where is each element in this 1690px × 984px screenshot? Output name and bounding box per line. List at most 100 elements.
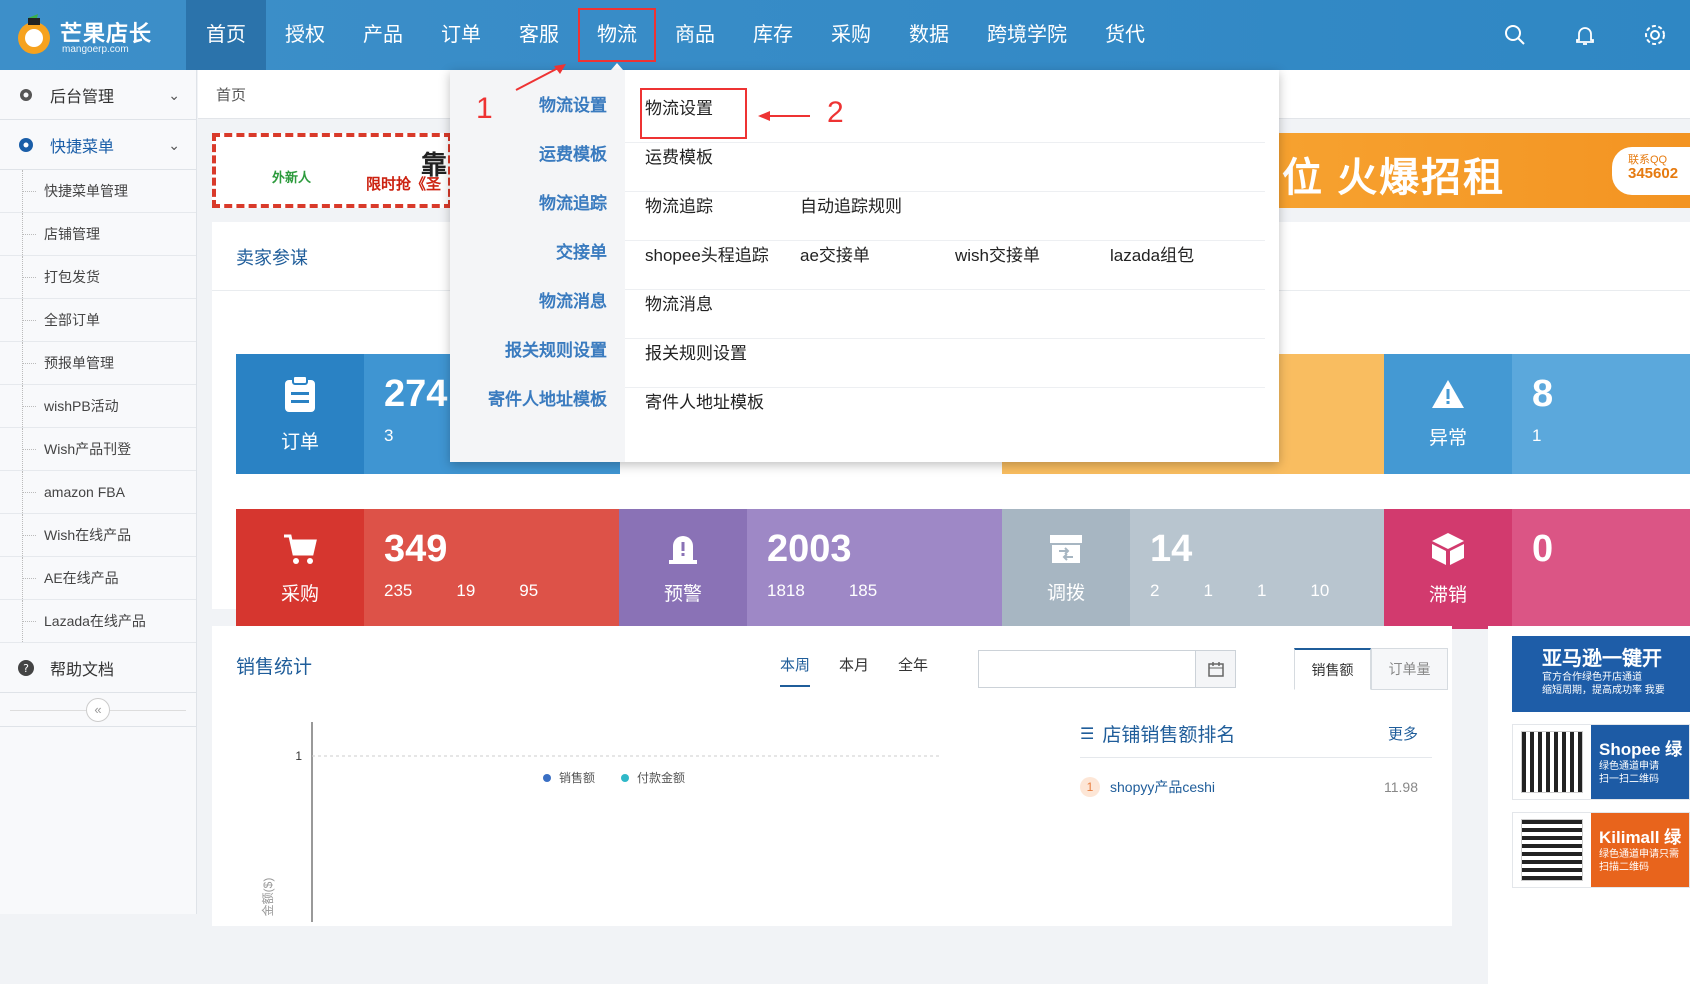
card-subvalue[interactable]: 1818 bbox=[767, 581, 805, 601]
sidebar-item-quick-menu[interactable]: 快捷菜单 ⌄ bbox=[0, 120, 196, 170]
card-value: 2003 bbox=[767, 528, 852, 570]
nav-item-label: 货代 bbox=[1105, 24, 1145, 46]
range-tab[interactable]: 本周 bbox=[780, 654, 811, 687]
ad-kilimall[interactable]: Kilimall 绿 绿色通道申请只需 扫描二维码 bbox=[1512, 812, 1690, 888]
warning-icon bbox=[1430, 378, 1466, 413]
stat-card[interactable]: 滞销 0 bbox=[1384, 509, 1690, 629]
nav-item[interactable]: 产品 bbox=[344, 0, 422, 70]
sidebar-subitem[interactable]: 快捷菜单管理 bbox=[0, 170, 196, 213]
sidebar-subitem[interactable]: wishPB活动 bbox=[0, 385, 196, 428]
card-subvalue[interactable]: 1 bbox=[1257, 581, 1266, 601]
nav-item[interactable]: 采购 bbox=[812, 0, 890, 70]
card-subvalue[interactable]: 1 bbox=[1203, 581, 1212, 601]
chevron-down-icon[interactable]: ⌄ bbox=[168, 87, 180, 104]
dropdown-link[interactable]: 报关规则设置 bbox=[645, 339, 800, 364]
banner-brand: 外新人 bbox=[272, 170, 312, 185]
dropdown-link[interactable]: 运费模板 bbox=[645, 143, 800, 168]
dropdown-category[interactable]: 物流追踪 bbox=[450, 192, 625, 241]
dropdown-category[interactable]: 报关规则设置 bbox=[450, 339, 625, 388]
chevron-down-icon[interactable]: ⌄ bbox=[168, 137, 180, 154]
metric-tab[interactable]: 订单量 bbox=[1371, 648, 1448, 690]
dropdown-link[interactable]: wish交接单 bbox=[955, 241, 1110, 266]
metric-tab[interactable]: 销售额 bbox=[1294, 648, 1371, 690]
stat-card[interactable]: 异常 8 1 bbox=[1384, 354, 1690, 474]
sidebar-subitem[interactable]: 全部订单 bbox=[0, 299, 196, 342]
more-link[interactable]: 更多 bbox=[1388, 723, 1418, 744]
ranking-title: 店铺销售额排名 bbox=[1102, 725, 1236, 746]
dropdown-row: 寄件人地址模板 bbox=[625, 388, 1265, 437]
sidebar-subitem[interactable]: amazon FBA bbox=[0, 471, 196, 514]
stat-card[interactable]: 调拨 14 2 1 1 10 bbox=[1002, 509, 1386, 629]
dropdown-link[interactable]: shopee头程追踪 bbox=[645, 241, 800, 266]
sidebar-item-label: 帮助文档 bbox=[50, 661, 115, 679]
dropdown-link[interactable]: 物流消息 bbox=[645, 290, 800, 315]
card-subvalue[interactable]: 2 bbox=[1150, 581, 1159, 601]
qq-number: 345602 bbox=[1628, 165, 1679, 182]
collapse-sidebar-button[interactable]: « bbox=[86, 697, 110, 722]
nav-item[interactable]: 授权 bbox=[266, 0, 344, 70]
nav-item[interactable]: 跨境学院 bbox=[968, 0, 1086, 70]
sidebar-item-label: 后台管理 bbox=[50, 88, 115, 106]
dropdown-link[interactable]: 物流追踪 bbox=[645, 192, 800, 217]
card-subvalue[interactable]: 95 bbox=[519, 581, 538, 601]
store-name[interactable]: shopyy产品ceshi bbox=[1110, 777, 1215, 797]
nav-item[interactable]: 订单 bbox=[422, 0, 500, 70]
nav-item-label: 产品 bbox=[363, 24, 403, 46]
app-logo[interactable]: 芒果店长 mangoerp.com bbox=[10, 10, 180, 60]
sidebar-subitem[interactable]: AE在线产品 bbox=[0, 557, 196, 600]
legend-marker bbox=[621, 774, 629, 782]
card-subvalue[interactable]: 3 bbox=[384, 426, 393, 446]
nav-item[interactable]: 首页 bbox=[186, 0, 266, 70]
sidebar-subitem[interactable]: 打包发货 bbox=[0, 256, 196, 299]
sidebar-subitem[interactable]: Wish在线产品 bbox=[0, 514, 196, 557]
card-subvalue[interactable]: 235 bbox=[384, 581, 412, 601]
card-subvalue[interactable]: 19 bbox=[456, 581, 475, 601]
range-tab[interactable]: 本月 bbox=[839, 654, 869, 687]
nav-item[interactable]: 库存 bbox=[734, 0, 812, 70]
dropdown-category[interactable]: 运费模板 bbox=[450, 143, 625, 192]
card-subvalue[interactable]: 185 bbox=[849, 581, 877, 601]
ranking-row[interactable]: 1 shopyy产品ceshi 11.98 bbox=[1080, 758, 1432, 816]
mango-logo-icon bbox=[18, 14, 50, 54]
dropdown-link[interactable]: 自动追踪规则 bbox=[800, 192, 955, 217]
calendar-icon[interactable] bbox=[1195, 651, 1235, 687]
sidebar-subitem[interactable]: 店铺管理 bbox=[0, 213, 196, 256]
store-ranking: ☰ 店铺销售额排名 更多 1 shopyy产品ceshi 11.98 bbox=[1080, 710, 1432, 816]
nav-item[interactable]: 数据 bbox=[890, 0, 968, 70]
sidebar-subitem[interactable]: 预报单管理 bbox=[0, 342, 196, 385]
range-tab[interactable]: 全年 bbox=[898, 654, 928, 687]
nav-item[interactable]: 物流 bbox=[578, 0, 656, 70]
store-value: 11.98 bbox=[1384, 779, 1418, 795]
ad-amazon[interactable]: 亚马逊一键开 官方合作绿色开店通道 缩短周期，提高成功率 我要 bbox=[1512, 636, 1690, 712]
dropdown-row: 运费模板 bbox=[625, 143, 1265, 192]
dropdown-link[interactable]: ae交接单 bbox=[800, 241, 955, 266]
dropdown-category[interactable]: 交接单 bbox=[450, 241, 625, 290]
nav-item[interactable]: 客服 bbox=[500, 0, 578, 70]
sidebar-item-help[interactable]: ? 帮助文档 bbox=[0, 643, 196, 693]
card-subvalue[interactable]: 1 bbox=[1532, 426, 1541, 446]
dropdown-link[interactable]: lazada组包 bbox=[1110, 241, 1265, 266]
arrow-annotation-icon bbox=[758, 111, 810, 121]
stat-card[interactable]: 采购 349 235 19 95 bbox=[236, 509, 620, 629]
search-icon[interactable] bbox=[1480, 0, 1550, 70]
dropdown-link[interactable]: 寄件人地址模板 bbox=[645, 388, 800, 413]
nav-item[interactable]: 货代 bbox=[1086, 0, 1164, 70]
gear-icon[interactable] bbox=[1620, 0, 1690, 70]
card-icon-block: 滞销 bbox=[1384, 509, 1512, 629]
nav-item[interactable]: 商品 bbox=[656, 0, 734, 70]
dropdown-category[interactable]: 寄件人地址模板 bbox=[450, 388, 625, 437]
y-tick-label: 1 bbox=[295, 749, 302, 763]
card-subvalue[interactable]: 10 bbox=[1310, 581, 1329, 601]
sidebar-subitem[interactable]: Wish产品刊登 bbox=[0, 428, 196, 471]
nav-item-label: 授权 bbox=[285, 24, 325, 46]
sidebar-item-admin[interactable]: 后台管理 ⌄ bbox=[0, 70, 196, 120]
sidebar-subitem[interactable]: Lazada在线产品 bbox=[0, 600, 196, 643]
ad-shopee[interactable]: Shopee 绿 绿色通道申请 扫一扫二维码 bbox=[1512, 724, 1690, 800]
sales-chart: 1 金额($) 销售额 付款金额 bbox=[260, 722, 942, 922]
help-icon: ? bbox=[16, 658, 36, 678]
ad-banner-left[interactable]: 外新人 限时抢《圣 靠 bbox=[212, 133, 452, 208]
stat-card[interactable]: 预警 2003 1818 185 bbox=[619, 509, 1003, 629]
dropdown-category[interactable]: 物流消息 bbox=[450, 290, 625, 339]
date-picker-input[interactable] bbox=[978, 650, 1236, 688]
bell-icon[interactable] bbox=[1550, 0, 1620, 70]
